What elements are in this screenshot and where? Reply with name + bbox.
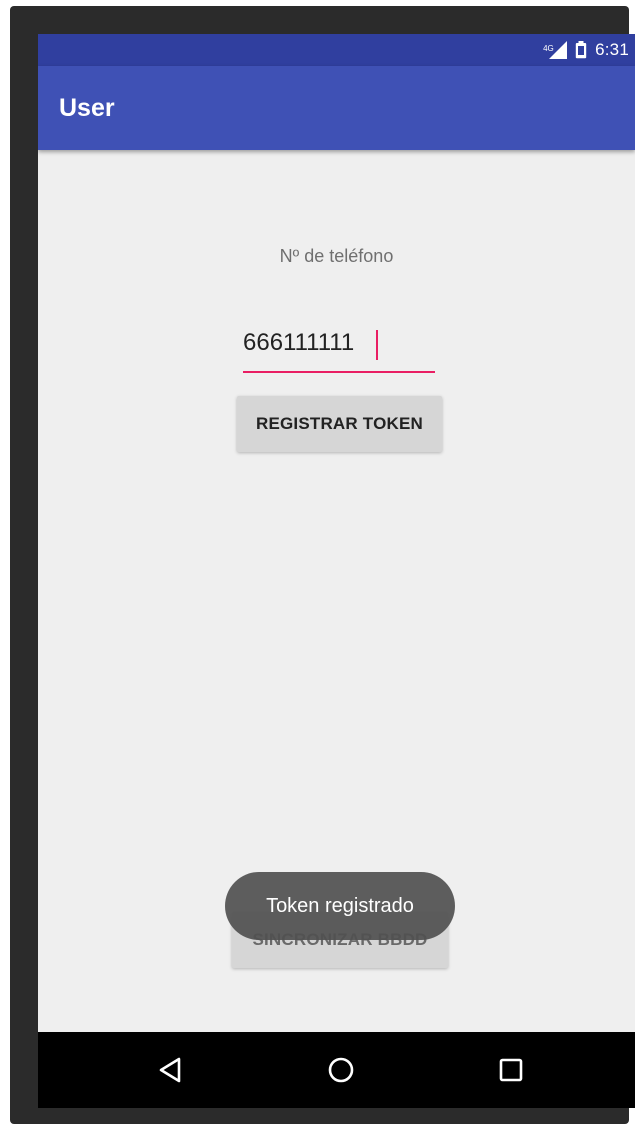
phone-label: Nº de teléfono [279, 246, 394, 266]
status-time: 6:31 [595, 40, 629, 59]
status-bar: 4G 6:31 [38, 34, 635, 66]
toast-message: Token registrado [225, 872, 455, 940]
signal-icon: 4G [543, 41, 568, 59]
phone-input[interactable] [243, 316, 435, 370]
status-icons: 4G 6:31 [543, 34, 629, 66]
input-underline [243, 371, 435, 373]
app-bar: User [38, 66, 635, 150]
phone-field [243, 316, 435, 374]
navigation-bar [38, 1032, 635, 1108]
home-icon[interactable] [317, 1046, 365, 1094]
device-frame: 4G 6:31 User Nº de teléfono 666111111 RE… [10, 6, 635, 1124]
app-title: User [59, 94, 115, 122]
text-cursor [376, 330, 378, 360]
recents-icon[interactable] [487, 1046, 535, 1094]
register-token-button[interactable]: REGISTRAR TOKEN [237, 396, 442, 452]
battery-icon [575, 41, 587, 59]
back-icon[interactable] [146, 1046, 194, 1094]
network-type-label: 4G [543, 44, 554, 53]
screen: 4G 6:31 User Nº de teléfono 666111111 RE… [38, 34, 635, 1108]
